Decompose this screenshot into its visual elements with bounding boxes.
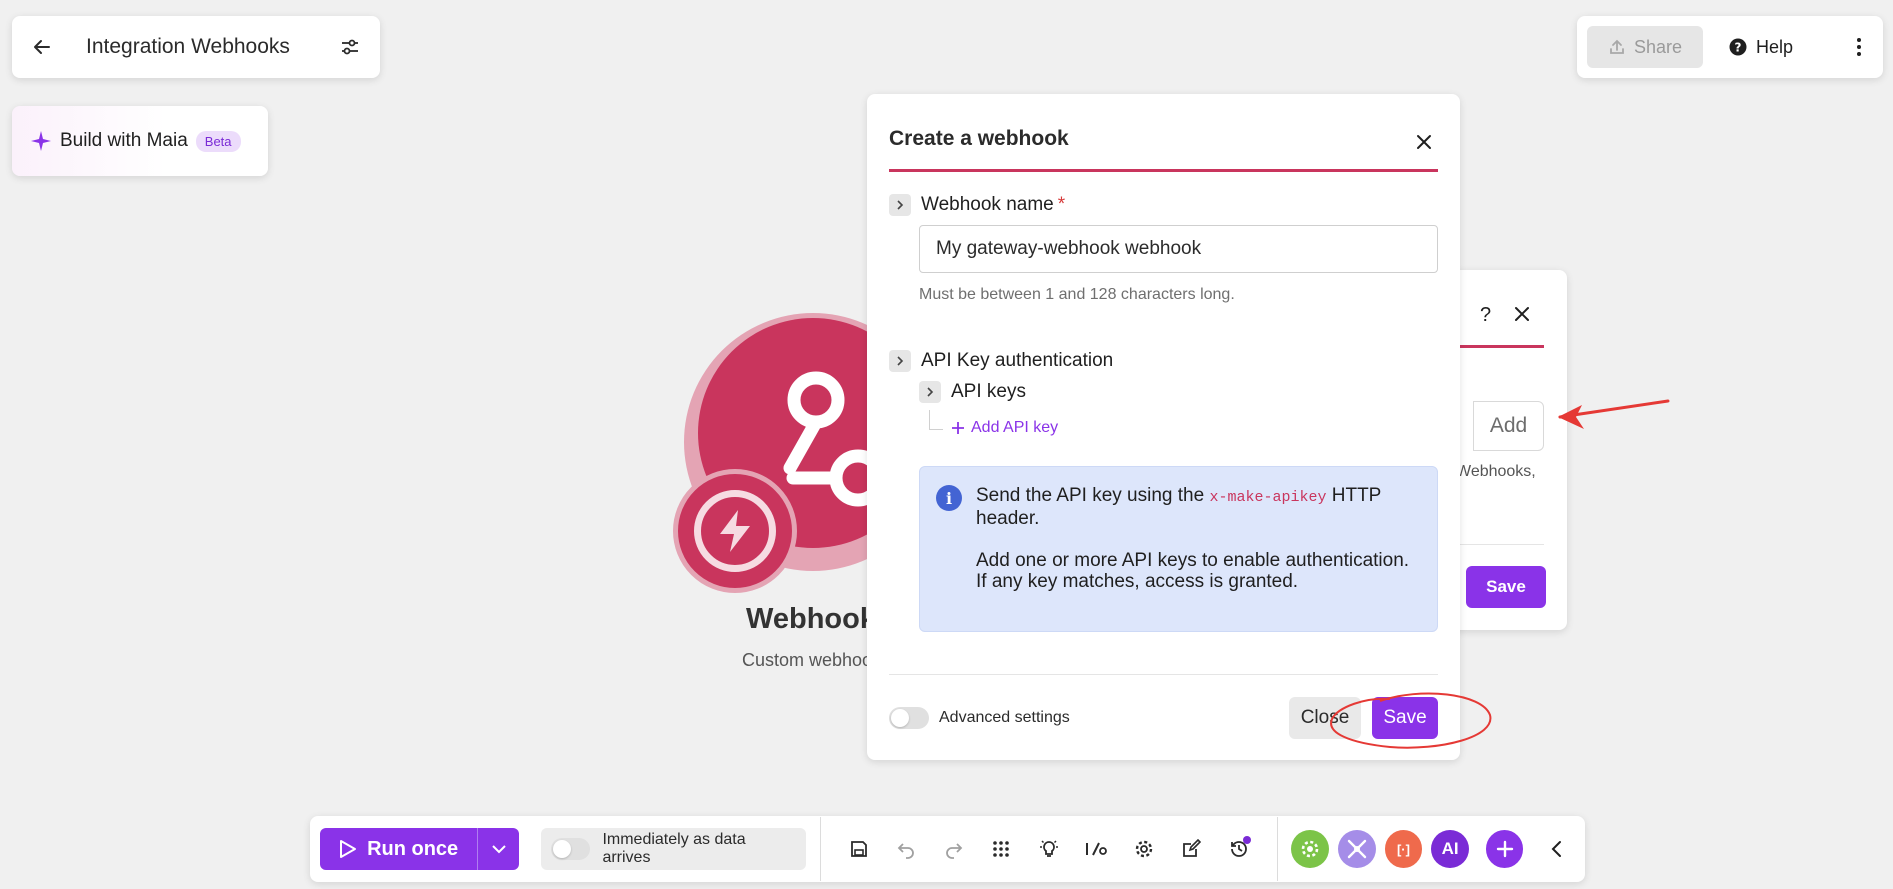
- webhook-name-label: Webhook name *: [921, 194, 1065, 216]
- gear-icon[interactable]: [1120, 828, 1167, 870]
- run-once-label: Run once: [367, 837, 459, 860]
- schedule-label: Immediately as data arrives: [602, 831, 746, 866]
- schedule-switch[interactable]: [550, 838, 591, 860]
- info-text-1: Send the API key using the x-make-apikey…: [976, 485, 1417, 529]
- panel-help-icon[interactable]: ?: [1480, 304, 1491, 327]
- help-circle-icon: ?: [1729, 38, 1747, 56]
- help-button[interactable]: ? Help: [1729, 37, 1793, 58]
- app-tools-icon[interactable]: [1338, 830, 1376, 868]
- advanced-settings-toggle[interactable]: Advanced settings: [889, 707, 1070, 729]
- app-brackets-icon[interactable]: [·]: [1384, 830, 1423, 868]
- more-vertical-icon[interactable]: [1845, 33, 1873, 61]
- build-with-maia-button[interactable]: Build with Maia Beta: [12, 106, 268, 176]
- history-icon[interactable]: [1215, 828, 1262, 870]
- app-gear-icon[interactable]: [1291, 830, 1330, 868]
- advanced-settings-switch[interactable]: [889, 707, 929, 729]
- io-icon[interactable]: [1073, 828, 1120, 870]
- schedule-toggle[interactable]: Immediately as data arrives: [540, 828, 807, 870]
- chevron-right-icon[interactable]: [919, 381, 941, 403]
- info-text-2: Add one or more API keys to enable authe…: [976, 550, 1410, 592]
- header-code: x-make-apikey: [1209, 489, 1327, 506]
- maia-label: Build with Maia: [60, 130, 188, 151]
- info-text-1-before: Send the API key using the: [976, 485, 1210, 506]
- beta-badge: Beta: [195, 130, 241, 152]
- webhook-name-row: Webhook name *: [889, 194, 1065, 216]
- grid-dots-icon[interactable]: [978, 828, 1025, 870]
- dialog-accent-line: [889, 169, 1438, 172]
- add-api-key-button[interactable]: Add API key: [951, 419, 1058, 437]
- chevron-right-icon[interactable]: [889, 194, 911, 216]
- api-key-auth-row: API Key authentication: [889, 350, 1113, 372]
- lightning-icon: [720, 510, 750, 552]
- edit-note-icon[interactable]: [1168, 828, 1215, 870]
- back-arrow-icon[interactable]: [28, 33, 56, 61]
- panel-save-button[interactable]: Save: [1466, 566, 1546, 608]
- panel-help-text: Webhooks,: [1456, 463, 1536, 480]
- api-keys-row: API keys: [919, 381, 1026, 403]
- app-ai-icon[interactable]: AI: [1431, 830, 1469, 868]
- run-once-button[interactable]: Run once: [320, 828, 478, 870]
- advanced-settings-label: Advanced settings: [939, 709, 1070, 726]
- required-mark: *: [1057, 194, 1066, 215]
- info-icon: i: [936, 485, 962, 511]
- tree-connector: [929, 410, 943, 430]
- webhook-name-label-text: Webhook name: [921, 194, 1054, 215]
- create-webhook-dialog: Create a webhook Webhook name* Must be b…: [867, 94, 1460, 760]
- dialog-title: Create a webhook: [889, 127, 1069, 150]
- save-icon[interactable]: [835, 828, 882, 870]
- scenario-title[interactable]: Integration Webhooks: [86, 35, 336, 59]
- dialog-close-icon[interactable]: [1410, 128, 1438, 156]
- undo-icon[interactable]: [883, 828, 930, 870]
- sparkle-icon: [31, 131, 51, 151]
- toolbar-divider: [820, 817, 822, 881]
- chevron-down-icon: [491, 845, 506, 854]
- scenario-header: Integration Webhooks: [12, 16, 380, 78]
- plus-icon: [952, 422, 964, 434]
- svg-text:?: ?: [1735, 41, 1742, 55]
- info-callout: i Send the API key using the x-make-apik…: [919, 466, 1438, 632]
- redo-icon[interactable]: [930, 828, 977, 870]
- instant-trigger-badge: [673, 469, 797, 593]
- sliders-icon[interactable]: [336, 33, 364, 61]
- share-button[interactable]: Share: [1587, 26, 1703, 68]
- run-options-dropdown[interactable]: [477, 828, 519, 870]
- api-key-auth-label: API Key authentication: [921, 350, 1114, 371]
- play-icon: [340, 840, 357, 858]
- lightbulb-icon[interactable]: [1025, 828, 1072, 870]
- annotation-arrow-icon: [1558, 399, 1670, 429]
- webhook-name-hint: Must be between 1 and 128 characters lon…: [919, 286, 1235, 303]
- add-app-plus-icon[interactable]: [1485, 830, 1524, 868]
- dialog-footer-divider: [889, 674, 1438, 675]
- bottom-toolbar: Run once Immediately as data arrives [·]…: [310, 816, 1585, 882]
- top-right-actions: Share ? Help: [1577, 16, 1883, 78]
- run-once-group: Run once: [320, 828, 519, 870]
- add-api-key-label: Add API key: [971, 419, 1059, 436]
- api-keys-label: API keys: [951, 381, 1026, 402]
- add-webhook-button[interactable]: Add: [1473, 401, 1544, 451]
- share-label: Share: [1633, 36, 1683, 57]
- help-label: Help: [1756, 36, 1794, 57]
- chevron-right-icon[interactable]: [889, 350, 911, 372]
- notification-dot: [1242, 836, 1251, 844]
- webhook-name-input[interactable]: [919, 225, 1438, 273]
- chevron-left-icon[interactable]: [1537, 830, 1575, 868]
- module-subtitle: Custom webhook: [742, 650, 882, 670]
- panel-close-icon[interactable]: [1510, 302, 1534, 326]
- annotation-circle-icon: [1330, 692, 1492, 749]
- toolbar-divider: [1276, 817, 1278, 881]
- share-icon: [1610, 39, 1624, 54]
